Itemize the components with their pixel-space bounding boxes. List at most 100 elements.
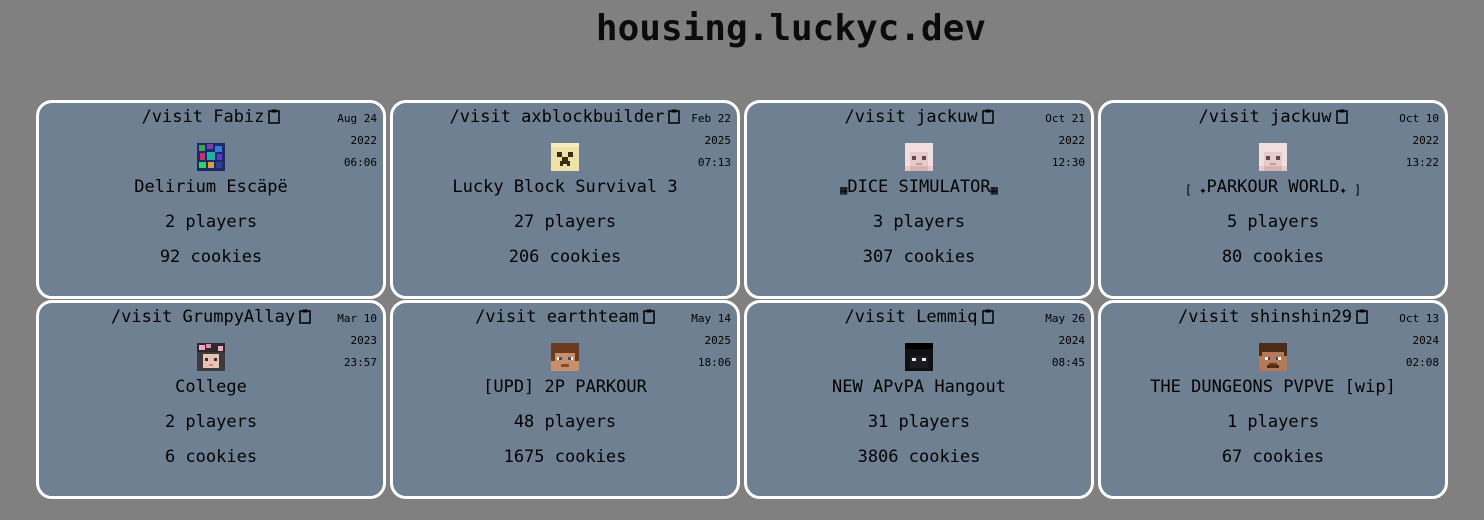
housing-name: College: [39, 376, 383, 401]
housing-name: NEW APvPA Hangout: [747, 376, 1091, 401]
date-year: 2023: [350, 334, 378, 347]
date-year: 2025: [704, 134, 732, 147]
clipboard-icon[interactable]: [268, 108, 281, 130]
created-date: May 26 2024 08:45: [1041, 308, 1085, 374]
visit-command-text: /visit Lemmiq: [844, 307, 978, 327]
created-date: Mar 10 2023 23:57: [333, 308, 377, 374]
date-time: 12:30: [1051, 156, 1085, 169]
cookie-count: 1675 cookies: [503, 447, 627, 467]
clipboard-icon[interactable]: [1356, 308, 1368, 330]
housing-card[interactable]: /visit jackuw Oct 10 2022 13:22 [ ✦PARKO…: [1098, 100, 1448, 299]
visit-command[interactable]: /visit jackuw: [747, 106, 1091, 130]
name-decoration-left: [ ✦: [1184, 183, 1207, 197]
housing-name-text: DICE SIMULATOR: [847, 177, 991, 197]
housing-name: ▦DICE SIMULATOR▦: [747, 176, 1091, 201]
created-date: Oct 10 2022 13:22: [1395, 108, 1439, 174]
visit-command-text: /visit Fabiz: [141, 107, 265, 127]
visit-command[interactable]: /visit shinshin29: [1101, 306, 1445, 330]
site-title: housing.luckyc.dev: [595, 8, 987, 49]
housing-card[interactable]: /visit GrumpyAllay Mar 10 2023 23:57 Col…: [36, 300, 386, 499]
pink-hair-head-icon: [1256, 140, 1290, 174]
cookie-count: 67 cookies: [1221, 447, 1325, 467]
clipboard-icon[interactable]: [981, 108, 994, 130]
clipboard-icon[interactable]: [1335, 108, 1348, 130]
visit-command[interactable]: /visit Lemmiq: [747, 306, 1091, 330]
steve-head-icon: [1256, 340, 1290, 374]
visit-command[interactable]: /visit earthteam: [393, 306, 737, 330]
date-month-day: May 26: [1045, 312, 1085, 325]
date-month-day: Oct 13: [1399, 312, 1439, 325]
date-time: 07:13: [697, 156, 731, 169]
visit-command[interactable]: /visit axblockbuilder: [393, 106, 737, 130]
player-count: 5 players: [1226, 212, 1320, 232]
pink-hair-head-icon: [902, 140, 936, 174]
cookie-count: 6 cookies: [164, 447, 258, 467]
date-time: 06:06: [343, 156, 377, 169]
cookie-count: 3806 cookies: [857, 447, 981, 467]
visit-command-text: /visit earthteam: [475, 307, 639, 327]
housing-name-text: Delirium Escäpë: [134, 177, 288, 197]
galaxy-head-icon: [194, 140, 228, 174]
player-count: 2 players: [164, 412, 258, 432]
date-time: 13:22: [1405, 156, 1439, 169]
player-count: 2 players: [164, 212, 258, 232]
housing-name: [ ✦PARKOUR WORLD✦ ]: [1101, 176, 1445, 201]
cookie-count: 92 cookies: [159, 247, 263, 267]
visit-command-text: /visit shinshin29: [1178, 307, 1352, 327]
housing-card[interactable]: /visit Lemmiq May 26 2024 08:45 NEW APvP…: [744, 300, 1094, 499]
date-year: 2024: [1058, 334, 1086, 347]
date-year: 2025: [704, 334, 732, 347]
housing-name-text: [UPD] 2P PARKOUR: [483, 377, 647, 397]
date-time: 23:57: [343, 356, 377, 369]
cookie-count: 307 cookies: [862, 247, 976, 267]
player-count: 3 players: [872, 212, 966, 232]
player-count: 1 players: [1226, 412, 1320, 432]
clipboard-icon[interactable]: [981, 308, 994, 330]
brown-hair-head-icon: [548, 340, 582, 374]
date-time: 02:08: [1405, 356, 1439, 369]
created-date: Oct 21 2022 12:30: [1041, 108, 1085, 174]
player-count: 27 players: [513, 212, 617, 232]
housing-card[interactable]: /visit axblockbuilder Feb 22 2025 07:13 …: [390, 100, 740, 299]
housing-name: Lucky Block Survival 3: [393, 176, 737, 201]
housing-card[interactable]: /visit jackuw Oct 21 2022 12:30 ▦DICE SI…: [744, 100, 1094, 299]
created-date: Aug 24 2022 06:06: [333, 108, 377, 174]
created-date: Feb 22 2025 07:13: [687, 108, 731, 174]
visit-command-text: /visit GrumpyAllay: [110, 307, 296, 327]
created-date: Oct 13 2024 02:08: [1395, 308, 1439, 374]
created-date: May 14 2025 18:06: [687, 308, 731, 374]
date-month-day: Oct 21: [1045, 112, 1085, 125]
cookie-count: 80 cookies: [1221, 247, 1325, 267]
clipboard-icon[interactable]: [299, 308, 311, 330]
clipboard-icon[interactable]: [668, 108, 681, 130]
black-hair-head-icon: [902, 340, 936, 374]
player-count: 48 players: [513, 412, 617, 432]
housing-name-text: Lucky Block Survival 3: [452, 177, 678, 197]
date-year: 2024: [1412, 334, 1440, 347]
date-month-day: Feb 22: [691, 112, 731, 125]
visit-command[interactable]: /visit GrumpyAllay: [39, 306, 383, 330]
player-count: 31 players: [867, 412, 971, 432]
housing-card[interactable]: /visit Fabiz Aug 24 2022 06:06 Delirium …: [36, 100, 386, 299]
creeper-head-icon: [548, 140, 582, 174]
cookie-count: 206 cookies: [508, 247, 622, 267]
date-year: 2022: [350, 134, 378, 147]
name-decoration-right: ✦ ]: [1339, 183, 1362, 197]
visit-command[interactable]: /visit Fabiz: [39, 106, 383, 130]
visit-command[interactable]: /visit jackuw: [1101, 106, 1445, 130]
flower-head-icon: [194, 340, 228, 374]
housing-name: THE DUNGEONS PVPVE [wip]: [1101, 376, 1445, 401]
clipboard-icon[interactable]: [643, 308, 655, 330]
housing-grid: /visit Fabiz Aug 24 2022 06:06 Delirium …: [36, 100, 1452, 520]
date-year: 2022: [1058, 134, 1086, 147]
visit-command-text: /visit jackuw: [844, 107, 978, 127]
housing-card[interactable]: /visit earthteam May 14 2025 18:06 [UPD]…: [390, 300, 740, 499]
visit-command-text: /visit axblockbuilder: [449, 107, 665, 127]
housing-name-text: College: [175, 377, 247, 397]
housing-card[interactable]: /visit shinshin29 Oct 13 2024 02:08 THE …: [1098, 300, 1448, 499]
housing-name: [UPD] 2P PARKOUR: [393, 376, 737, 401]
housing-name-text: PARKOUR WORLD: [1206, 177, 1340, 197]
date-year: 2022: [1412, 134, 1440, 147]
date-time: 18:06: [697, 356, 731, 369]
date-time: 08:45: [1051, 356, 1085, 369]
